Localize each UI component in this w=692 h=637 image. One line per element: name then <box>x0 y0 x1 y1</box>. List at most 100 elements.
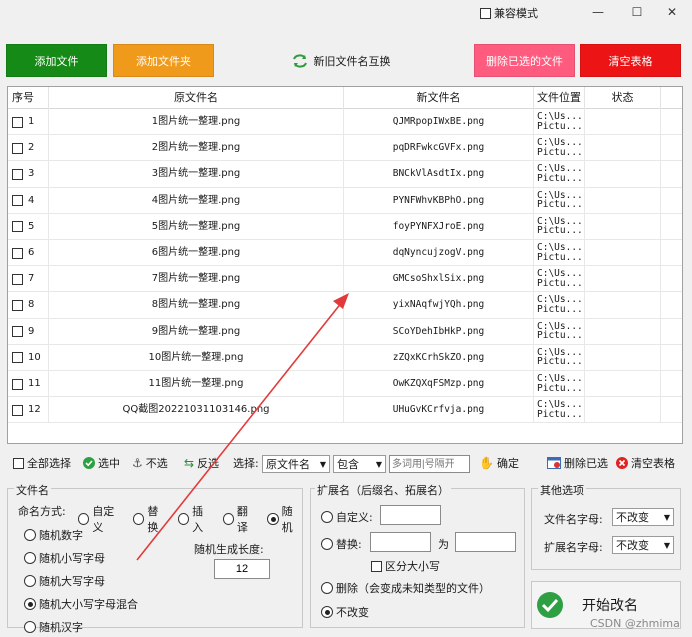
confirm-button[interactable]: ✋ 确定 <box>479 451 519 475</box>
table-row[interactable]: 12 QQ截图20221031103146.png UHuGvKCrfvja.p… <box>8 397 682 424</box>
row-checkbox[interactable] <box>12 273 23 285</box>
ext-delete-radio[interactable] <box>321 582 333 594</box>
invert-selection-button[interactable]: ⇆ 反选 <box>184 451 219 475</box>
header-new-name[interactable]: 新文件名 <box>344 87 534 109</box>
filename-case-select[interactable]: 不改变 ▼ <box>612 508 674 526</box>
ext-custom-radio[interactable] <box>321 511 333 523</box>
table-row[interactable]: 3 3图片统一整理.png BNCkVlAsdtIx.png C:\Us... … <box>8 161 682 188</box>
random-type-radio[interactable] <box>24 598 36 610</box>
table-row[interactable]: 4 4图片统一整理.png PYNFWhvKBPhO.png C:\Us... … <box>8 187 682 214</box>
delete-selected-files-button[interactable]: 删除已选的文件 <box>474 44 575 77</box>
header-status[interactable]: 状态 <box>585 87 661 109</box>
table-row[interactable]: 7 7图片统一整理.png GMCsoShxlSix.png C:\Us... … <box>8 266 682 293</box>
swap-names-button[interactable]: 新旧文件名互换 <box>286 48 396 74</box>
index-cell[interactable]: 10 <box>8 344 49 371</box>
header-original-name[interactable]: 原文件名 <box>49 87 344 109</box>
ext-replace-radio[interactable] <box>321 538 333 550</box>
index-cell[interactable]: 1 <box>8 109 49 135</box>
index-cell[interactable]: 9 <box>8 318 49 345</box>
row-checkbox[interactable] <box>12 378 23 390</box>
close-button[interactable]: ✕ <box>652 2 692 22</box>
index-cell[interactable]: 8 <box>8 292 49 319</box>
row-checkbox[interactable] <box>12 221 23 233</box>
row-checkbox[interactable] <box>12 326 23 338</box>
row-checkbox[interactable] <box>12 142 23 154</box>
row-checkbox[interactable] <box>12 352 23 364</box>
naming-mode-option[interactable]: 插入 <box>177 503 213 535</box>
maximize-button[interactable]: ☐ <box>617 2 657 22</box>
row-checkbox[interactable] <box>12 195 23 207</box>
random-type-option[interactable]: 随机大写字母 <box>24 573 138 589</box>
clear-table-small-button[interactable]: 清空表格 <box>616 451 675 475</box>
ext-replace-from-input[interactable] <box>370 532 431 552</box>
selection-bar: 全部选择 选中 ⚓ 不选 ⇆ 反选 选择: 原文件名 ▼ 包含 ▼ ✋ 确定 删… <box>7 451 683 477</box>
chevron-down-icon: ▼ <box>319 459 326 469</box>
header-location[interactable]: 文件位置 <box>534 87 585 109</box>
field-select[interactable]: 原文件名 ▼ <box>262 455 330 473</box>
naming-mode-radio[interactable] <box>177 513 190 525</box>
compat-mode-checkbox[interactable]: 兼容模式 <box>480 5 538 21</box>
table-row[interactable]: 2 2图片统一整理.png pqDRFwkcGVFx.png C:\Us... … <box>8 135 682 162</box>
random-type-option[interactable]: 随机数字 <box>24 527 138 543</box>
ext-case-select[interactable]: 不改变 ▼ <box>612 536 674 554</box>
ext-custom-option[interactable]: 自定义: <box>321 509 373 525</box>
random-type-option[interactable]: 随机汉字 <box>24 619 138 635</box>
naming-mode-option[interactable]: 随机 <box>267 503 302 535</box>
random-type-radio[interactable] <box>24 552 36 564</box>
naming-mode-radio[interactable] <box>78 513 90 525</box>
ext-replace-to-input[interactable] <box>455 532 516 552</box>
index-cell[interactable]: 11 <box>8 371 49 397</box>
index-cell[interactable]: 12 <box>8 397 49 424</box>
add-file-button[interactable]: 添加文件 <box>6 44 107 77</box>
random-type-option[interactable]: 随机大小写字母混合 <box>24 596 138 612</box>
ext-replace-option[interactable]: 替换: <box>321 536 362 552</box>
row-checkbox[interactable] <box>12 247 23 259</box>
naming-mode-option[interactable]: 替换 <box>133 503 168 535</box>
select-all-box[interactable] <box>13 457 24 469</box>
random-type-option[interactable]: 随机小写字母 <box>24 550 138 566</box>
naming-mode-radio[interactable] <box>222 513 234 525</box>
match-select[interactable]: 包含 ▼ <box>333 455 386 473</box>
row-checkbox[interactable] <box>12 116 23 128</box>
table-row[interactable]: 11 11图片统一整理.png OwKZQXqFSMzp.png C:\Us..… <box>8 371 682 398</box>
table-row[interactable]: 9 9图片统一整理.png SCoYDehIbHkP.png C:\Us... … <box>8 318 682 345</box>
index-cell[interactable]: 2 <box>8 135 49 162</box>
random-type-radio[interactable] <box>24 575 36 587</box>
select-all-checkbox[interactable]: 全部选择 <box>13 451 71 475</box>
table-row[interactable]: 5 5图片统一整理.png foyPYNFXJroE.png C:\Us... … <box>8 213 682 240</box>
header-index[interactable]: 序号 <box>8 87 49 109</box>
unselect-button[interactable]: ⚓ 不选 <box>132 451 168 475</box>
index-cell[interactable]: 7 <box>8 266 49 293</box>
random-type-radio[interactable] <box>24 621 36 633</box>
row-checkbox[interactable] <box>12 168 23 180</box>
row-checkbox[interactable] <box>12 299 23 311</box>
delete-checked-button[interactable]: 删除已选 <box>547 451 608 475</box>
keyword-input[interactable] <box>389 455 470 473</box>
row-checkbox[interactable] <box>12 404 23 416</box>
naming-mode-radio[interactable] <box>133 513 145 525</box>
index-cell[interactable]: 4 <box>8 187 49 214</box>
ext-delete-option[interactable]: 删除（会变成未知类型的文件） <box>321 580 490 596</box>
clear-table-button[interactable]: 清空表格 <box>580 44 681 77</box>
table-row[interactable]: 1 1图片统一整理.png QJMRpopIWxBE.png C:\Us... … <box>8 109 682 136</box>
table-row[interactable]: 6 6图片统一整理.png dqNyncujzogV.png C:\Us... … <box>8 240 682 267</box>
naming-mode-radio[interactable] <box>267 513 279 525</box>
add-folder-button[interactable]: 添加文件夹 <box>113 44 214 77</box>
table-row[interactable]: 10 10图片统一整理.png zZQxKCrhSkZO.png C:\Us..… <box>8 344 682 371</box>
ext-unchanged-option[interactable]: 不改变 <box>321 604 369 620</box>
select-checked-button[interactable]: 选中 <box>83 451 120 475</box>
compat-checkbox-box[interactable] <box>480 7 491 19</box>
case-sensitive-box[interactable] <box>371 560 382 572</box>
naming-mode-option[interactable]: 翻译 <box>222 503 258 535</box>
ext-unchanged-radio[interactable] <box>321 606 333 618</box>
ext-custom-input[interactable] <box>380 505 441 525</box>
index-cell[interactable]: 5 <box>8 213 49 240</box>
index-cell[interactable]: 3 <box>8 161 49 188</box>
index-cell[interactable]: 6 <box>8 240 49 266</box>
case-sensitive-checkbox[interactable]: 区分大小写 <box>371 558 440 574</box>
minimize-button[interactable]: — <box>578 2 618 22</box>
length-input[interactable] <box>214 559 270 579</box>
random-type-radio[interactable] <box>24 529 36 541</box>
table-row[interactable]: 8 8图片统一整理.png yixNAqfwjYQh.png C:\Us... … <box>8 292 682 319</box>
file-table[interactable]: 序号 原文件名 新文件名 文件位置 状态 1 1图片统一整理.png QJMRp… <box>7 86 683 444</box>
